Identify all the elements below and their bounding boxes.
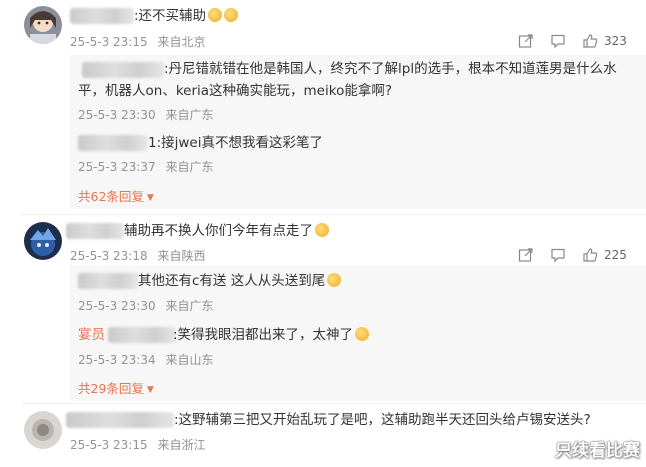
like-count: 225 <box>604 248 627 262</box>
reply-meta: 25-5-3 23:30 来自广东 <box>78 108 214 122</box>
reply-list: :丹尼错就错在他是韩国人，终究不了解lpl的选手，根本不知道莲男是什么水 平，机… <box>70 55 646 209</box>
comment-meta: 25-5-3 23:15 来自浙江 <box>70 436 205 453</box>
comment-actions: 323 <box>518 33 627 49</box>
username-blurred[interactable] <box>66 412 174 428</box>
reply-text: :丹尼错就错在他是韩国人，终究不了解lpl的选手，根本不知道莲男是什么水 <box>164 61 617 77</box>
comment-date: 25-5-3 23:15 <box>70 438 148 452</box>
reply-meta: 25-5-3 23:37 来自广东 <box>78 160 214 174</box>
comment-text: 辅助再不换人你们今年有点走了 <box>124 219 329 243</box>
comment-text: :还不买辅助 <box>134 4 239 28</box>
share-icon[interactable] <box>518 247 534 263</box>
watermark: 只续看比赛 <box>555 441 640 461</box>
reply-text-continued: 平，机器人on、keria这种确实能玩，meiko能拿啊? <box>78 83 392 99</box>
avatar[interactable] <box>24 6 62 44</box>
crying-laughing-emoji-icon <box>355 327 370 341</box>
comment-date: 25-5-3 23:18 <box>70 249 148 263</box>
reply-text: 其他还有c有送 这人从头送到尾 <box>138 269 342 293</box>
comment-location: 来自北京 <box>157 35 206 49</box>
chevron-down-icon: ▼ <box>146 193 154 203</box>
avatar[interactable] <box>24 411 62 449</box>
reply-text: 宴员:笑得我眼泪都出来了，太神了 <box>78 323 370 347</box>
comment-date: 25-5-3 23:15 <box>70 35 148 49</box>
reply-username-blurred[interactable] <box>78 135 148 151</box>
username-blurred[interactable] <box>66 223 124 239</box>
share-icon[interactable] <box>518 33 534 49</box>
reply-text: 1:接jwei真不想我看这彩笔了 <box>148 135 323 151</box>
expand-replies-button[interactable]: 共62条回复 ▼ <box>78 186 154 205</box>
comment-meta: 25-5-3 23:18 来自陕西 <box>70 247 205 264</box>
username-blurred[interactable] <box>70 8 134 24</box>
like-count: 323 <box>604 34 627 48</box>
reply-meta: 25-5-3 23:34 来自山东 <box>78 353 214 367</box>
comment-location: 来自陕西 <box>157 249 206 263</box>
comment-item: :还不买辅助 25-5-3 23:15 来自北京 323 :丹尼错就错在他是韩国… <box>0 0 646 214</box>
expand-replies-button[interactable]: 共29条回复 ▼ <box>78 378 154 397</box>
comment-location: 来自浙江 <box>157 438 206 452</box>
avatar[interactable] <box>24 222 62 260</box>
chevron-down-icon: ▼ <box>146 385 154 395</box>
reply-list: 其他还有c有送 这人从头送到尾 25-5-3 23:30 来自广东 宴员:笑得我… <box>70 265 646 401</box>
comment-icon[interactable] <box>550 33 566 49</box>
comment-actions: 225 <box>518 247 627 263</box>
thumbs-up-icon[interactable] <box>582 247 598 263</box>
comment-icon[interactable] <box>550 247 566 263</box>
reply-meta: 25-5-3 23:30 来自广东 <box>78 299 214 313</box>
reply-username-blurred[interactable] <box>82 62 164 78</box>
thumbs-up-icon[interactable] <box>582 33 598 49</box>
surprised-emoji-icon <box>208 8 223 22</box>
scared-emoji-icon <box>327 273 342 287</box>
comment-item: :这野辅第三把又开始乱玩了是吧，这辅助跑半天还回头给卢锡安送头? 25-5-3 … <box>0 404 646 467</box>
comment-item: 辅助再不换人你们今年有点走了 25-5-3 23:18 来自陕西 225 其他还… <box>0 215 646 405</box>
comment-meta: 25-5-3 23:15 来自北京 <box>70 33 205 50</box>
comment-text: :这野辅第三把又开始乱玩了是吧，这辅助跑半天还回头给卢锡安送头? <box>174 412 591 428</box>
surprised-emoji-icon <box>224 8 239 22</box>
laughing-emoji-icon <box>315 223 329 237</box>
reply-username-blurred[interactable] <box>78 273 138 289</box>
